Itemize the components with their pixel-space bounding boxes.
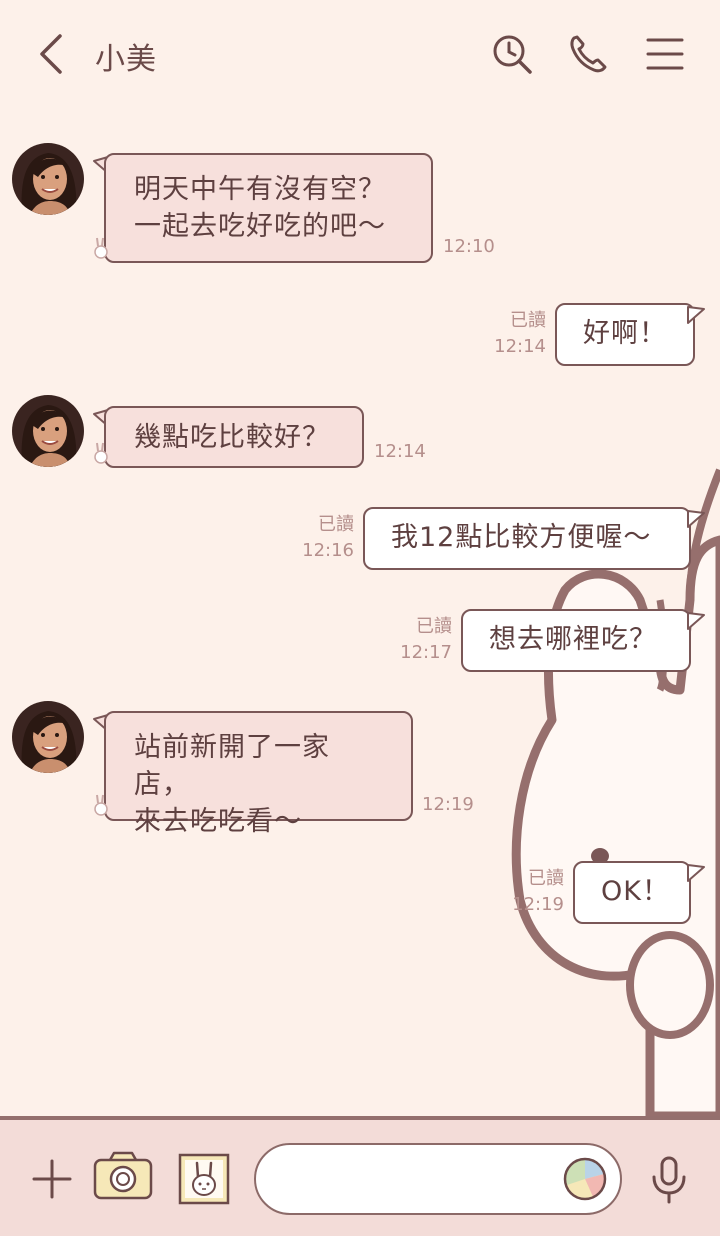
- message-time: 12:17: [400, 642, 452, 663]
- message-time: 12:19: [512, 894, 564, 915]
- chat-title: 小美: [95, 42, 157, 77]
- menu-icon[interactable]: [644, 32, 688, 76]
- read-label: 已讀: [510, 310, 546, 331]
- message-time: 12:10: [443, 236, 495, 257]
- read-label: 已讀: [528, 868, 564, 889]
- bunny-icon: [94, 237, 108, 259]
- contact-avatar[interactable]: [12, 143, 84, 215]
- bunny-icon: [94, 442, 108, 464]
- message-bubble-outgoing[interactable]: 我12點比較方便喔～: [363, 507, 691, 570]
- sticker-icon[interactable]: [178, 1153, 230, 1205]
- camera-icon[interactable]: [92, 1150, 154, 1202]
- message-bubble-incoming[interactable]: 幾點吃比較好？: [104, 406, 364, 468]
- avatar-photo: [12, 143, 84, 215]
- message-bubble-incoming[interactable]: 站前新開了一家店， 來去吃吃看～: [104, 711, 413, 837]
- read-label: 已讀: [318, 514, 354, 535]
- contact-avatar[interactable]: [12, 395, 84, 467]
- message-read-status: 已讀 12:19: [498, 866, 564, 918]
- search-icon[interactable]: [490, 32, 534, 76]
- read-label: 已讀: [416, 616, 452, 637]
- message-read-status: 已讀 12:17: [386, 614, 452, 666]
- chevron-left-icon[interactable]: [30, 30, 74, 78]
- message-time: 12:16: [302, 540, 354, 561]
- bubble-tail: [687, 864, 705, 882]
- message-bubble-outgoing[interactable]: OK！: [573, 861, 691, 924]
- bubble-tail: [687, 612, 705, 630]
- message-time: 12:14: [494, 336, 546, 357]
- avatar-photo: [12, 701, 84, 773]
- message-read-status: 已讀 12:14: [480, 308, 546, 360]
- bubble-tail: [687, 306, 705, 324]
- message-bubble-outgoing[interactable]: 好啊！: [555, 303, 695, 366]
- message-bubble-incoming[interactable]: 明天中午有沒有空？ 一起去吃好吃的吧～: [104, 153, 433, 263]
- bunny-icon: [94, 794, 108, 816]
- emoji-icon[interactable]: [563, 1157, 607, 1201]
- contact-avatar[interactable]: [12, 701, 84, 773]
- bubble-tail: [687, 510, 705, 528]
- message-read-status: 已讀 12:16: [288, 512, 354, 564]
- phone-icon[interactable]: [566, 32, 610, 76]
- avatar-photo: [12, 395, 84, 467]
- message-time: 12:14: [374, 441, 426, 462]
- message-time: 12:19: [422, 794, 474, 815]
- plus-icon[interactable]: [30, 1157, 74, 1201]
- mic-icon[interactable]: [648, 1155, 690, 1205]
- chat-header: 小美: [0, 0, 720, 110]
- message-bubble-outgoing[interactable]: 想去哪裡吃？: [461, 609, 691, 672]
